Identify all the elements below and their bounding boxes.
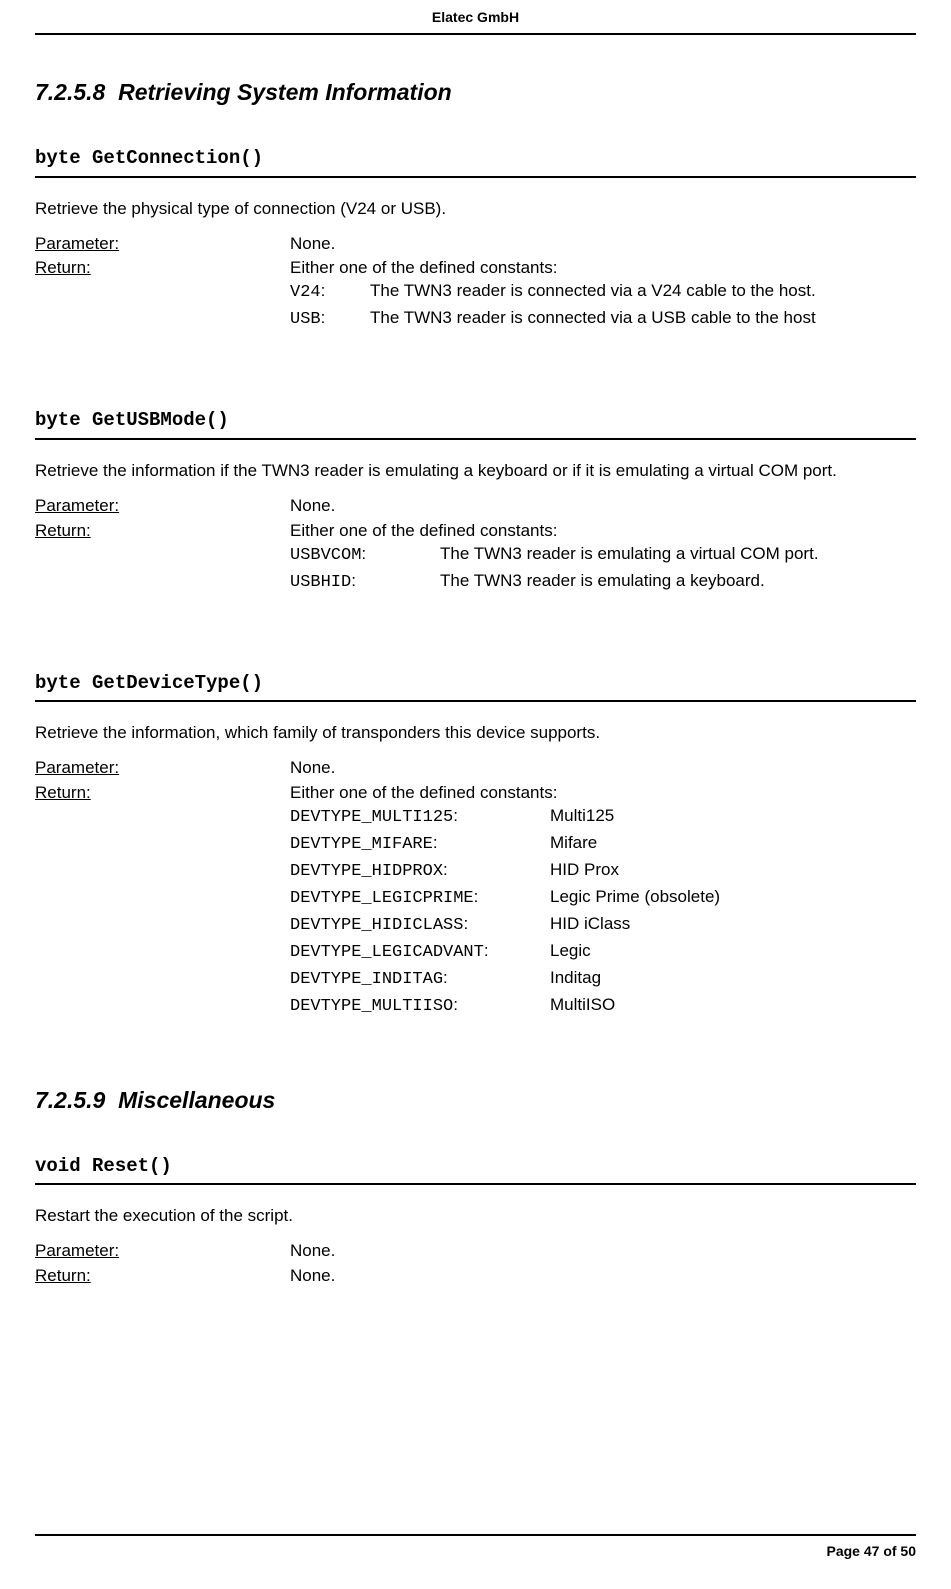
constant-desc: HID iClass xyxy=(550,913,916,938)
return-row: Return: None. xyxy=(35,1265,916,1288)
section-number: 7.2.5.9 xyxy=(35,1087,105,1113)
constant-code: DEVTYPE_MULTIISO: xyxy=(290,994,550,1019)
return-row: Return: Either one of the defined consta… xyxy=(35,257,916,334)
parameter-label: Parameter: xyxy=(35,233,290,256)
constant-row: DEVTYPE_MULTI125: Multi125 xyxy=(290,805,916,830)
constant-row: USB: The TWN3 reader is connected via a … xyxy=(290,307,916,332)
return-value: Either one of the defined constants: USB… xyxy=(290,520,916,597)
return-row: Return: Either one of the defined consta… xyxy=(35,520,916,597)
parameter-value: None. xyxy=(290,1240,916,1263)
parameter-row: Parameter: None. xyxy=(35,233,916,256)
constant-desc: The TWN3 reader is connected via a V24 c… xyxy=(370,280,916,305)
return-intro: Either one of the defined constants: xyxy=(290,257,916,280)
func-signature: byte GetDeviceType() xyxy=(35,671,916,703)
constant-code: DEVTYPE_HIDPROX: xyxy=(290,859,550,884)
return-value: None. xyxy=(290,1265,916,1288)
parameter-label: Parameter: xyxy=(35,757,290,780)
constant-desc: Mifare xyxy=(550,832,916,857)
constant-row: DEVTYPE_MULTIISO: MultiISO xyxy=(290,994,916,1019)
parameter-row: Parameter: None. xyxy=(35,757,916,780)
constant-row: DEVTYPE_HIDICLASS: HID iClass xyxy=(290,913,916,938)
constant-desc: Inditag xyxy=(550,967,916,992)
constant-desc: Legic Prime (obsolete) xyxy=(550,886,916,911)
section-number: 7.2.5.8 xyxy=(35,79,105,105)
func-description: Retrieve the information if the TWN3 rea… xyxy=(35,460,916,483)
constant-desc: Legic xyxy=(550,940,916,965)
constant-code: DEVTYPE_INDITAG: xyxy=(290,967,550,992)
return-label: Return: xyxy=(35,1265,290,1288)
parameter-value: None. xyxy=(290,757,916,780)
constant-row: DEVTYPE_INDITAG: Inditag xyxy=(290,967,916,992)
return-label: Return: xyxy=(35,782,290,1020)
constant-code: DEVTYPE_MULTI125: xyxy=(290,805,550,830)
return-row: Return: Either one of the defined consta… xyxy=(35,782,916,1020)
func-description: Retrieve the information, which family o… xyxy=(35,722,916,745)
return-intro: Either one of the defined constants: xyxy=(290,520,916,543)
constant-code: DEVTYPE_LEGICADVANT: xyxy=(290,940,550,965)
return-value: Either one of the defined constants: V24… xyxy=(290,257,916,334)
return-intro: Either one of the defined constants: xyxy=(290,782,916,805)
return-label: Return: xyxy=(35,257,290,334)
constant-code: V24: xyxy=(290,280,370,305)
page-footer: Page 47 of 50 xyxy=(35,1534,916,1561)
constant-code: USBVCOM: xyxy=(290,543,440,568)
page-number: Page 47 of 50 xyxy=(827,1543,917,1559)
constant-desc: The TWN3 reader is emulating a keyboard. xyxy=(440,570,916,595)
func-signature: byte GetUSBMode() xyxy=(35,408,916,440)
constant-row: USBVCOM: The TWN3 reader is emulating a … xyxy=(290,543,916,568)
parameter-value: None. xyxy=(290,233,916,256)
constant-code: USBHID: xyxy=(290,570,440,595)
constant-row: DEVTYPE_LEGICPRIME: Legic Prime (obsolet… xyxy=(290,886,916,911)
constant-row: USBHID: The TWN3 reader is emulating a k… xyxy=(290,570,916,595)
constant-code: DEVTYPE_HIDICLASS: xyxy=(290,913,550,938)
constant-desc: The TWN3 reader is emulating a virtual C… xyxy=(440,543,916,568)
parameter-label: Parameter: xyxy=(35,495,290,518)
parameter-label: Parameter: xyxy=(35,1240,290,1263)
company-name: Elatec GmbH xyxy=(432,9,519,25)
constant-code: DEVTYPE_LEGICPRIME: xyxy=(290,886,550,911)
parameter-value: None. xyxy=(290,495,916,518)
func-description: Restart the execution of the script. xyxy=(35,1205,916,1228)
constant-desc: MultiISO xyxy=(550,994,916,1019)
constant-code: DEVTYPE_MIFARE: xyxy=(290,832,550,857)
section-title-1: 7.2.5.8 Retrieving System Information xyxy=(35,77,916,108)
constant-row: DEVTYPE_MIFARE: Mifare xyxy=(290,832,916,857)
constant-desc: HID Prox xyxy=(550,859,916,884)
parameter-row: Parameter: None. xyxy=(35,495,916,518)
section-text: Miscellaneous xyxy=(118,1087,275,1113)
constant-row: V24: The TWN3 reader is connected via a … xyxy=(290,280,916,305)
constant-desc: Multi125 xyxy=(550,805,916,830)
func-signature: void Reset() xyxy=(35,1154,916,1186)
constant-row: DEVTYPE_HIDPROX: HID Prox xyxy=(290,859,916,884)
section-text: Retrieving System Information xyxy=(118,79,452,105)
func-description: Retrieve the physical type of connection… xyxy=(35,198,916,221)
parameter-row: Parameter: None. xyxy=(35,1240,916,1263)
return-label: Return: xyxy=(35,520,290,597)
constant-code: USB: xyxy=(290,307,370,332)
constant-row: DEVTYPE_LEGICADVANT: Legic xyxy=(290,940,916,965)
func-signature: byte GetConnection() xyxy=(35,146,916,178)
section-title-2: 7.2.5.9 Miscellaneous xyxy=(35,1085,916,1116)
page-header: Elatec GmbH xyxy=(35,0,916,35)
constant-desc: The TWN3 reader is connected via a USB c… xyxy=(370,307,916,332)
return-value: Either one of the defined constants: DEV… xyxy=(290,782,916,1020)
